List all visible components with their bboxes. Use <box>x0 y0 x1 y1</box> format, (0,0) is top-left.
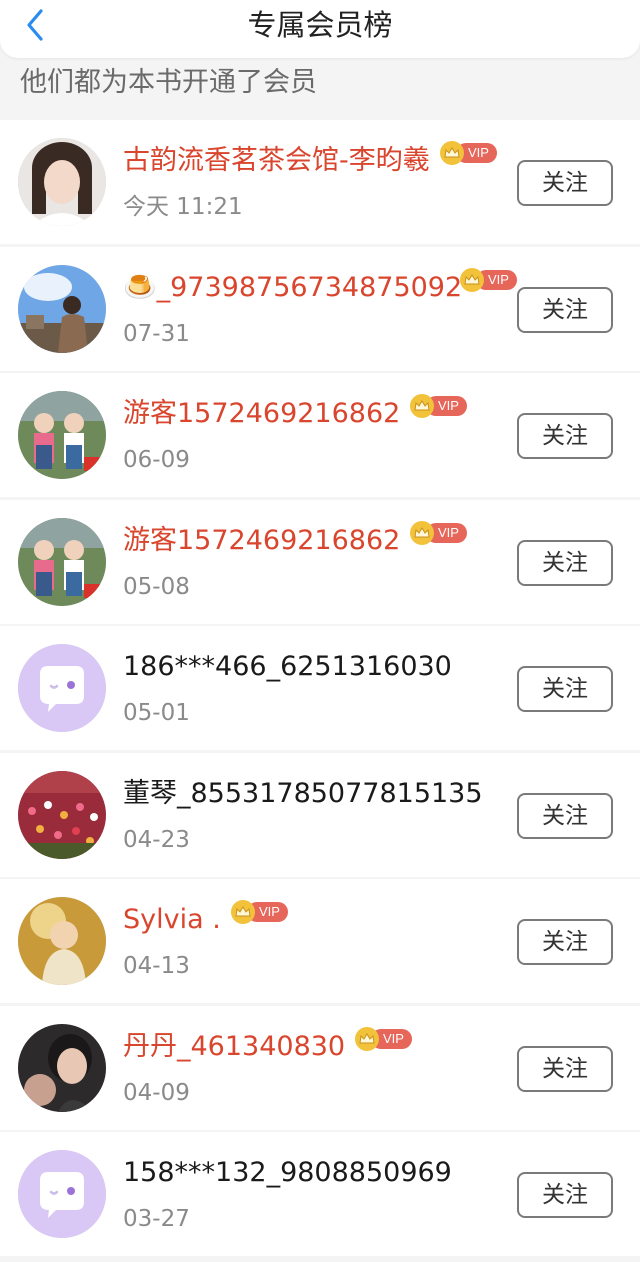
follow-button[interactable]: 关注 <box>517 286 613 333</box>
join-date: 04-23 <box>123 826 190 853</box>
avatar[interactable] <box>18 264 106 353</box>
avatar[interactable] <box>18 517 106 606</box>
avatar[interactable] <box>18 644 106 732</box>
follow-button[interactable]: 关注 <box>517 539 613 586</box>
list-item: 游客1572469216862 05-08 关注 VIP <box>0 499 640 624</box>
join-date: 05-01 <box>123 700 190 726</box>
member-name: 🍮_97398756734875092 <box>123 271 462 305</box>
avatar[interactable] <box>18 1023 106 1112</box>
vip-badge: VIP <box>410 520 467 545</box>
subtitle: 他们都为本书开通了会员 <box>20 67 317 98</box>
avatar[interactable] <box>18 138 106 226</box>
top-bar: 专属会员榜 <box>0 0 640 58</box>
crown-icon <box>440 141 464 165</box>
member-name: 游客1572469216862 <box>123 524 401 556</box>
join-date: 05-08 <box>123 573 190 600</box>
vip-badge: VIP <box>410 394 467 418</box>
vip-badge: VIP <box>440 141 497 165</box>
crown-icon <box>355 1026 379 1051</box>
crown-icon <box>410 520 434 545</box>
join-date: 04-09 <box>123 1079 190 1106</box>
list-item: 游客1572469216862 06-09 关注 VIP <box>0 373 640 497</box>
join-date: 今天 11:21 <box>123 194 243 220</box>
follow-button[interactable]: 关注 <box>517 1172 613 1218</box>
member-name: Sylvia . <box>123 904 221 935</box>
member-name: 186***466_6251316030 <box>123 651 452 682</box>
avatar[interactable] <box>18 391 106 479</box>
member-name: 游客1572469216862 <box>123 398 401 429</box>
join-date: 03-27 <box>123 1206 190 1232</box>
page-title: 专属会员榜 <box>247 8 393 42</box>
list-item: 丹丹_461340830 04-09 关注 VIP <box>0 1005 640 1130</box>
join-date: 06-09 <box>123 447 190 473</box>
vip-badge: VIP <box>231 900 288 924</box>
crown-icon <box>410 394 434 418</box>
list-item: 🍮_97398756734875092 07-31 关注 VIP <box>0 246 640 371</box>
avatar[interactable] <box>18 1150 106 1238</box>
join-date: 07-31 <box>123 320 190 347</box>
pudding-emoji: 🍮 <box>123 271 157 303</box>
crown-icon <box>460 267 484 292</box>
follow-button[interactable]: 关注 <box>517 666 613 712</box>
member-list: 古韵流香茗茶会馆-李昀羲 今天 11:21 关注 VIP 🍮_973987567… <box>0 120 640 1259</box>
list-item: Sylvia . 04-13 关注 VIP <box>0 879 640 1003</box>
list-item: 186***466_6251316030 05-01 关注 <box>0 626 640 750</box>
vip-badge: VIP <box>355 1026 412 1051</box>
member-name: 董琴_85531785077815135 <box>123 777 483 809</box>
vip-badge: VIP <box>460 267 517 292</box>
follow-button[interactable]: 关注 <box>517 919 613 965</box>
list-item: 158***132_9808850969 03-27 关注 <box>0 1132 640 1256</box>
follow-button[interactable]: 关注 <box>517 792 613 839</box>
member-name-text: _97398756734875092 <box>156 271 463 303</box>
member-name: 158***132_9808850969 <box>123 1157 452 1188</box>
crown-icon <box>231 900 255 924</box>
join-date: 04-13 <box>123 953 190 979</box>
avatar[interactable] <box>18 770 106 859</box>
avatar[interactable] <box>18 897 106 985</box>
member-name: 古韵流香茗茶会馆-李昀羲 <box>123 145 430 176</box>
member-name: 丹丹_461340830 <box>123 1030 346 1062</box>
follow-button[interactable]: 关注 <box>517 413 613 459</box>
follow-button[interactable]: 关注 <box>517 1045 613 1092</box>
list-item: 董琴_85531785077815135 04-23 关注 <box>0 752 640 877</box>
follow-button[interactable]: 关注 <box>517 160 613 206</box>
list-item: 古韵流香茗茶会馆-李昀羲 今天 11:21 关注 VIP <box>0 120 640 244</box>
